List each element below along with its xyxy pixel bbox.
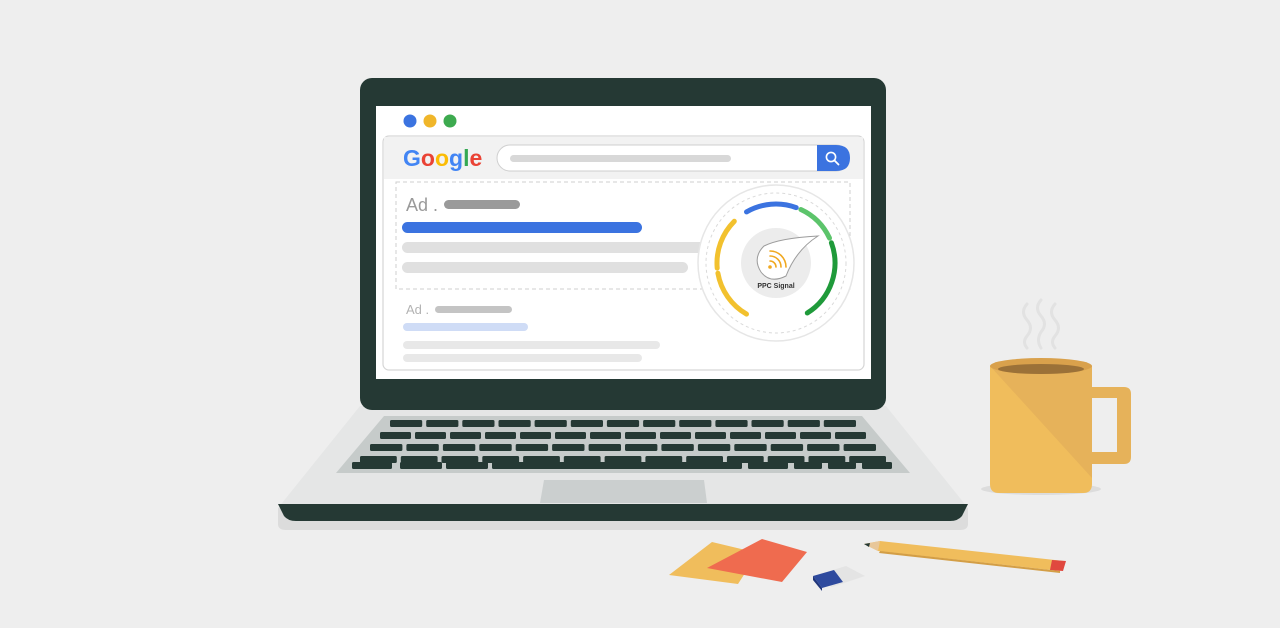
keyboard-key [588,444,621,451]
keyboard-key [450,432,481,439]
keyboard-key [679,420,712,427]
keyboard-key [555,432,586,439]
keyboard-spacebar [492,462,742,469]
keyboard-key [482,456,520,463]
ad-label-2: Ad . [406,302,429,317]
illustration-scene: Google Ad . Ad . PPC Signal [278,78,1131,591]
steam [1022,298,1060,350]
window-dot-green[interactable] [443,114,457,128]
keyboard-key [787,420,820,427]
ad-url-placeholder-1 [444,200,520,209]
keyboard-key [828,462,856,469]
keyboard-key [534,420,567,427]
gauge-label: PPC Signal [757,283,794,290]
keyboard-key [734,444,767,451]
keyboard-key [498,420,531,427]
keyboard-key [400,456,438,463]
keyboard-key [380,432,411,439]
search-button[interactable] [817,145,850,171]
keyboard-key [767,456,805,463]
google-logo: Google [403,145,482,171]
sticky-notes [669,539,807,584]
keyboard-key [446,462,488,469]
keyboard-key [570,420,603,427]
keyboard-key [590,432,621,439]
ad-description-line [402,242,732,253]
laptop-base [278,406,968,530]
keyboard-key [625,444,658,451]
keyboard-key [730,432,761,439]
keyboard-key [770,444,804,451]
keyboard-key [726,456,764,463]
coffee-mug [981,298,1131,495]
keyboard-key [643,420,676,427]
keyboard-key [441,456,479,463]
keyboard-key [843,444,876,451]
ad-description-line [402,262,688,273]
ad-label-1: Ad . [406,195,438,215]
ad-description-line [403,354,642,362]
keyboard-key [808,456,846,463]
keyboard-key [606,420,640,427]
keyboard-key [442,444,476,451]
keyboard-key [462,420,495,427]
ad-headline-2[interactable] [403,323,528,331]
keyboard-key [563,456,601,463]
window-dot-yellow[interactable] [423,114,437,128]
keyboard-key [400,462,442,469]
trackpad [540,480,707,503]
keyboard-key [849,456,886,463]
keyboard-key [520,432,551,439]
keyboard-key [625,432,656,439]
keyboard-key [794,462,822,469]
keyboard-key [748,462,788,469]
keyboard-key [807,444,840,451]
keyboard-key [751,420,784,427]
keyboard-key [415,432,446,439]
keyboard-key [390,420,423,427]
keyboard-key [765,432,796,439]
keyboard-key [426,420,459,427]
keyboard-key [835,432,866,439]
ppc-signal-gauge: PPC Signal [697,184,855,342]
keyboard-key [552,444,585,451]
ad-headline-1[interactable] [402,222,642,233]
keyboard-key [661,444,694,451]
keyboard-key [370,444,403,451]
keyboard-key [715,420,748,427]
keyboard-key [695,432,726,439]
keyboard-key [823,420,856,427]
keyboard-key [660,432,691,439]
eraser [813,566,865,591]
keyboard-key [485,432,516,439]
keyboard-key [406,444,439,451]
keyboard-key [697,444,731,451]
keyboard-key [352,462,392,469]
keyboard-key [523,456,560,463]
ad-description-line [403,341,660,349]
keyboard-key [604,456,642,463]
search-bar[interactable] [496,144,850,172]
keyboard-key [800,432,831,439]
keyboard-key [515,444,549,451]
window-dot-blue[interactable] [403,114,417,128]
keyboard-key [862,462,892,469]
pencil [864,541,1066,573]
keyboard-key [645,456,683,463]
keyboard-key [686,456,723,463]
keyboard-key [479,444,512,451]
ad-url-placeholder-2 [435,306,512,313]
keyboard-key [360,456,397,463]
